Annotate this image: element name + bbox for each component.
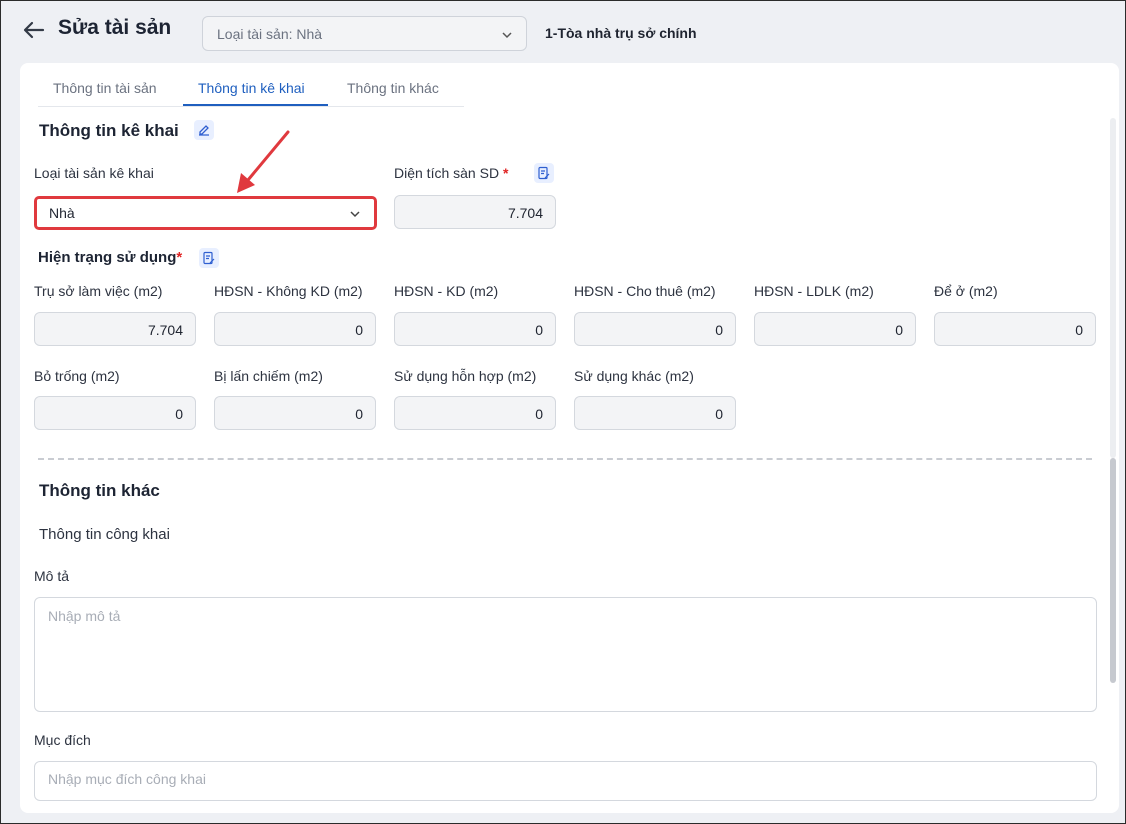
floor-area-input[interactable]: 7.704 [394, 195, 556, 229]
field-input[interactable]: 0 [754, 312, 916, 346]
required-marker: * [502, 165, 509, 181]
chevron-down-icon [500, 28, 514, 42]
asset-type-select-label: Loại tài sản: Nhà [217, 26, 323, 42]
tab-declaration-info[interactable]: Thông tin kê khai [198, 80, 305, 96]
field-input[interactable]: 0 [934, 312, 1096, 346]
section-divider [38, 458, 1092, 460]
tab-bar: Thông tin tài sản Thông tin kê khai Thôn… [38, 73, 464, 107]
field-input[interactable]: 0 [214, 312, 376, 346]
required-marker: * [176, 249, 183, 266]
note-edit-icon[interactable] [534, 163, 554, 183]
asset-type-select[interactable]: Loại tài sản: Nhà [202, 16, 527, 51]
description-label: Mô tả [34, 568, 70, 584]
asset-type-decl-label: Loại tài sản kê khai [34, 165, 154, 181]
field-label: Bị lấn chiếm (m2) [214, 368, 323, 384]
field-label: Trụ sở làm việc (m2) [34, 283, 163, 299]
page-header: Sửa tài sản Loại tài sản: Nhà 1-Tòa nhà … [1, 1, 1125, 63]
page-title: Sửa tài sản [58, 16, 172, 39]
edit-pencil-icon[interactable] [194, 120, 214, 140]
scrollbar-track[interactable] [1110, 118, 1116, 458]
field-label: Sử dụng hỗn hợp (m2) [394, 368, 537, 384]
description-placeholder: Nhập mô tả [48, 608, 121, 624]
field-label: Để ở (m2) [934, 283, 998, 299]
field-input[interactable]: 7.704 [34, 312, 196, 346]
field-label: Bỏ trống (m2) [34, 368, 120, 384]
floor-area-label-text: Diện tích sàn SD [394, 165, 500, 181]
scrollbar-thumb[interactable] [1110, 458, 1116, 683]
declaration-section-title: Thông tin kê khai [39, 121, 179, 140]
public-info-subtitle: Thông tin công khai [39, 526, 170, 543]
other-section-title: Thông tin khác [39, 481, 160, 500]
tab-other-info[interactable]: Thông tin khác [347, 80, 439, 96]
asset-type-decl-select[interactable]: Nhà [34, 196, 377, 230]
field-label: HĐSN - LDLK (m2) [754, 283, 874, 299]
tab-asset-info[interactable]: Thông tin tài sản [53, 80, 157, 96]
usage-section-title: Hiện trạng sử dụng* [38, 249, 182, 266]
field-label: HĐSN - Không KD (m2) [214, 283, 363, 299]
field-input[interactable]: 0 [34, 396, 196, 430]
field-input[interactable]: 0 [394, 312, 556, 346]
annotation-arrow-icon [237, 130, 290, 193]
field-label: HĐSN - KD (m2) [394, 283, 499, 299]
purpose-label: Mục đích [34, 732, 91, 748]
field-input[interactable]: 0 [574, 312, 736, 346]
note-edit-icon[interactable] [199, 248, 219, 268]
active-tab-indicator [183, 104, 328, 106]
purpose-placeholder: Nhập mục đích công khai [48, 771, 206, 787]
field-input[interactable]: 0 [214, 396, 376, 430]
purpose-input[interactable]: Nhập mục đích công khai [34, 761, 1097, 801]
asset-name: 1-Tòa nhà trụ sở chính [545, 25, 697, 41]
field-label: HĐSN - Cho thuê (m2) [574, 283, 716, 299]
back-arrow-icon[interactable] [21, 17, 47, 43]
description-textarea[interactable]: Nhập mô tả [34, 597, 1097, 712]
field-input[interactable]: 0 [394, 396, 556, 430]
field-label: Sử dụng khác (m2) [574, 368, 694, 384]
asset-type-decl-value: Nhà [49, 205, 75, 221]
usage-title-text: Hiện trạng sử dụng [38, 249, 177, 266]
main-card: Thông tin tài sản Thông tin kê khai Thôn… [20, 63, 1119, 813]
chevron-down-icon [348, 207, 362, 221]
field-input[interactable]: 0 [574, 396, 736, 430]
floor-area-label: Diện tích sàn SD * [394, 165, 508, 181]
